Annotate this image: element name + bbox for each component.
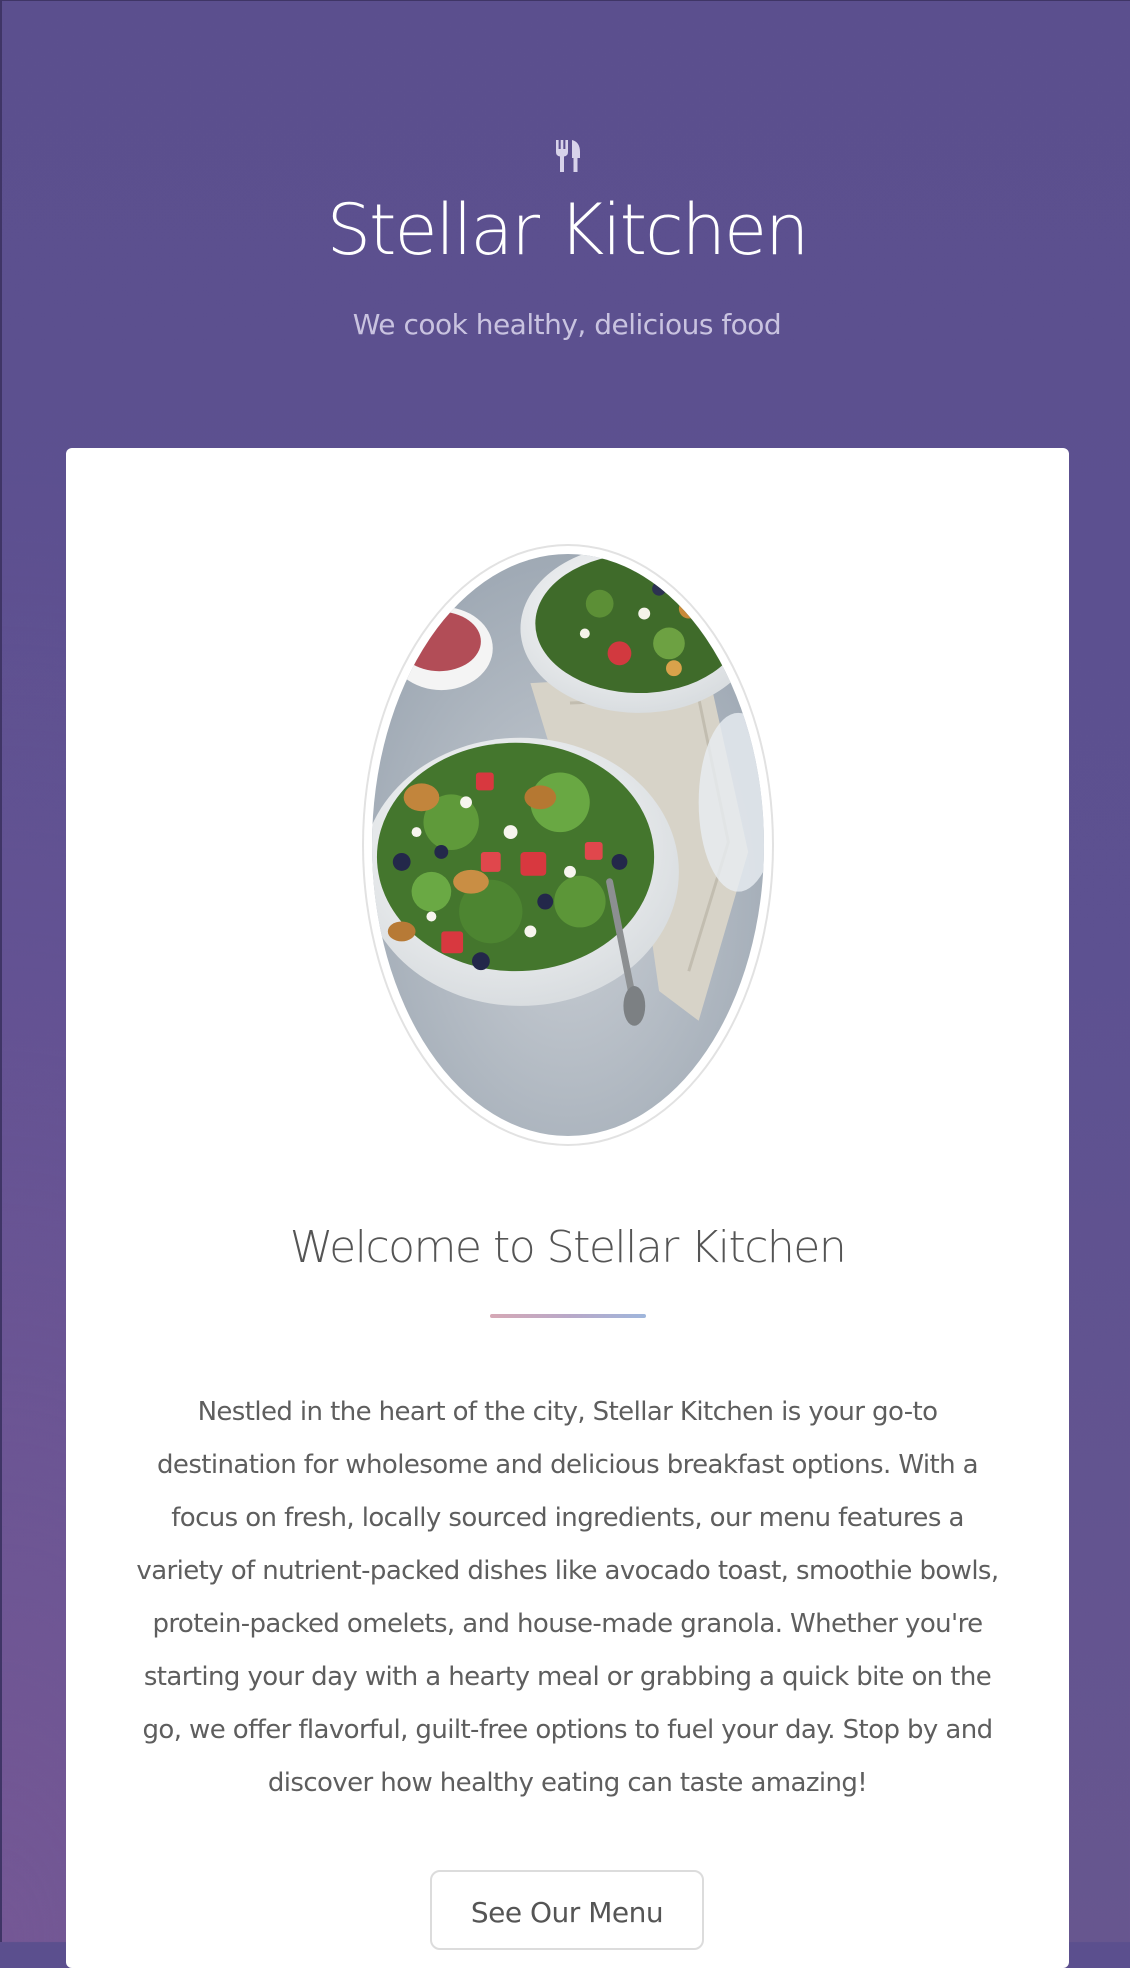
fork-knife-icon	[556, 140, 580, 172]
hero-image-frame	[362, 544, 774, 1146]
heading-divider	[490, 1314, 646, 1318]
site-tagline: We cook healthy, delicious food	[352, 308, 782, 341]
welcome-card: Welcome to Stellar Kitchen Nestled in th…	[66, 448, 1069, 1968]
see-menu-button[interactable]: See Our Menu	[430, 1870, 704, 1950]
intro-paragraph: Nestled in the heart of the city, Stella…	[136, 1397, 999, 1798]
site-title: Stellar Kitchen	[326, 189, 810, 271]
salad-bowls-photo	[372, 554, 764, 1136]
welcome-heading: Welcome to Stellar Kitchen	[289, 1222, 847, 1273]
